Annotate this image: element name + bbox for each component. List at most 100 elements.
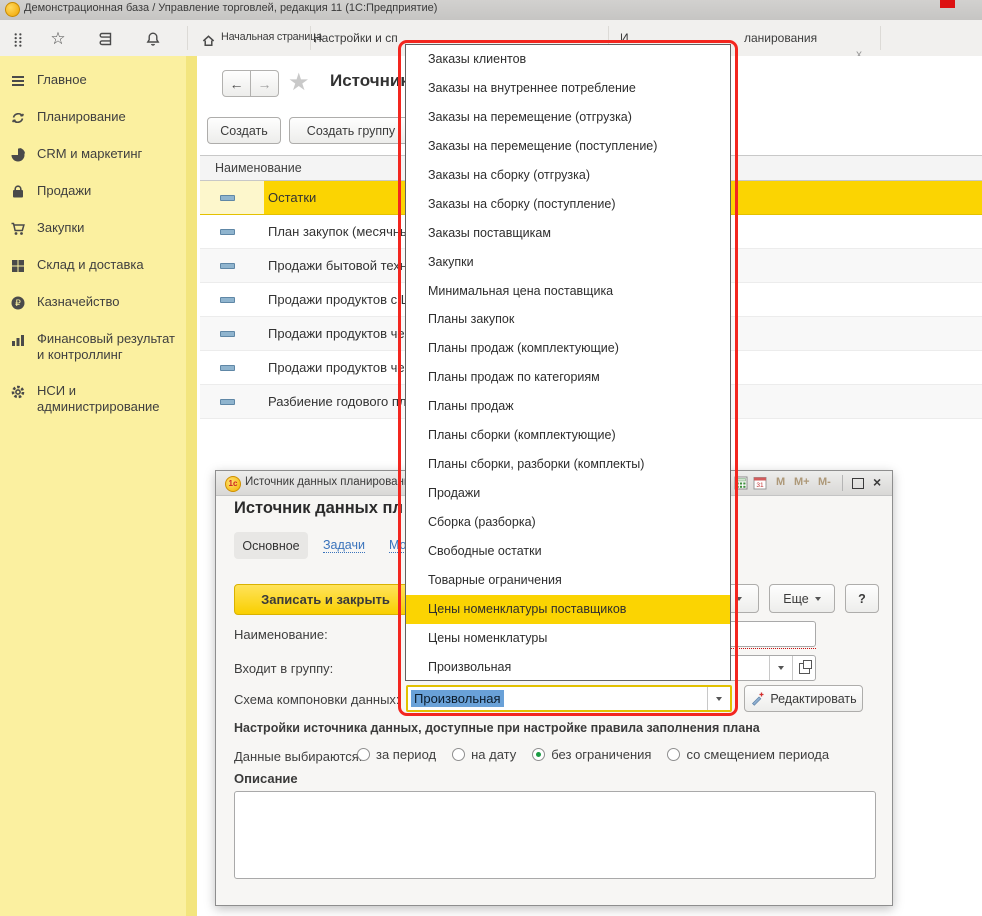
sidebar-item-label: Продажи xyxy=(37,183,91,199)
calculator-icon[interactable] xyxy=(734,476,748,493)
item-dash-icon xyxy=(220,331,235,337)
sidebar-item-label: НСИ и администрирование xyxy=(37,383,180,415)
item-dash-icon xyxy=(220,297,235,303)
sidebar-item[interactable]: Планирование xyxy=(0,107,186,144)
modal-1c-icon: 1c xyxy=(225,476,241,492)
dropdown-item[interactable]: Заказы на сборку (поступление) xyxy=(406,190,730,219)
sidebar-item-icon xyxy=(10,221,28,239)
more-button[interactable]: Еще xyxy=(769,584,835,613)
sidebar-item[interactable]: Закупки xyxy=(0,218,186,255)
sidebar-item-label: Планирование xyxy=(37,109,126,125)
sidebar-item[interactable]: НСИ и администрирование xyxy=(0,381,186,433)
more-button-label: Еще xyxy=(783,592,808,606)
sidebar-item[interactable]: ₽ Казначейство xyxy=(0,292,186,329)
radio-circle-icon xyxy=(667,748,680,761)
sidebar-item-icon xyxy=(10,184,28,202)
sidebar-item-label: Казначейство xyxy=(37,294,119,310)
dcs-dropdown-list: Заказы клиентов Заказы на внутреннее пот… xyxy=(405,44,731,681)
dropdown-item[interactable]: Заказы поставщикам xyxy=(406,219,730,248)
radio-circle-icon xyxy=(357,748,370,761)
tab-sources-fragment-left[interactable]: И xyxy=(620,31,629,45)
history-icon[interactable] xyxy=(96,29,116,49)
dropdown-item[interactable]: Планы сборки (комплектующие) xyxy=(406,421,730,450)
item-dash-icon xyxy=(220,229,235,235)
dropdown-item[interactable]: Планы продаж xyxy=(406,392,730,421)
tab-settings[interactable]: Настройки и сп xyxy=(313,31,398,45)
dropdown-item[interactable]: Сборка (разборка) xyxy=(406,508,730,537)
modal-tab-main[interactable]: Основное xyxy=(234,532,308,559)
radio-option[interactable]: со смещением периода xyxy=(667,747,829,762)
sidebar-item-icon xyxy=(10,110,28,128)
dcs-combo-value: Произвольная xyxy=(411,690,504,707)
modal-tab-tasks[interactable]: Задачи xyxy=(323,538,365,553)
dropdown-item[interactable]: Заказы на внутреннее потребление xyxy=(406,74,730,103)
item-dash-icon xyxy=(220,365,235,371)
item-dash-icon xyxy=(220,399,235,405)
dcs-field-label: Схема компоновки данных: xyxy=(234,692,400,707)
tab-home[interactable]: Начальная страница xyxy=(221,31,322,43)
tab-separator xyxy=(880,26,881,50)
row-name: Продажи продуктов с L xyxy=(268,292,408,307)
modal-heading: Источник данных пл xyxy=(234,499,403,518)
forward-button[interactable]: → xyxy=(251,70,279,97)
group-field-label: Входит в группу: xyxy=(234,661,333,676)
data-selection-radios: за период на дату без ограничения со сме… xyxy=(357,747,845,762)
edit-dcs-button[interactable]: Редактировать xyxy=(744,685,863,712)
sidebar-item[interactable]: CRM и маркетинг xyxy=(0,144,186,181)
dropdown-item[interactable]: Свободные остатки xyxy=(406,537,730,566)
sidebar-item[interactable]: Продажи xyxy=(0,181,186,218)
data-selection-label: Данные выбираются: xyxy=(234,749,362,764)
dropdown-item[interactable]: Планы продаж по категориям xyxy=(406,363,730,392)
description-textarea[interactable] xyxy=(234,791,876,879)
create-group-button[interactable]: Создать группу xyxy=(289,117,413,144)
dropdown-item[interactable]: Минимальная цена поставщика xyxy=(406,277,730,306)
favorites-star-icon[interactable]: ☆ xyxy=(48,29,68,49)
dropdown-item[interactable]: Закупки xyxy=(406,248,730,277)
radio-option[interactable]: без ограничения xyxy=(532,747,651,762)
radio-option[interactable]: за период xyxy=(357,747,436,762)
row-name: Разбиение годового пл xyxy=(268,394,407,409)
dropdown-item[interactable]: Планы продаж (комплектующие) xyxy=(406,334,730,363)
sidebar-item-label: Главное xyxy=(37,72,87,88)
sidebar-item[interactable]: Главное xyxy=(0,70,186,107)
group-open-icon[interactable] xyxy=(792,656,815,680)
sidebar-item[interactable]: Склад и доставка xyxy=(0,255,186,292)
dropdown-item[interactable]: Заказы на перемещение (поступление) xyxy=(406,132,730,161)
dropdown-item[interactable]: Планы сборки, разборки (комплекты) xyxy=(406,450,730,479)
sidebar-item[interactable]: Финансовый результат и контроллинг xyxy=(0,329,186,381)
save-and-close-button[interactable]: Записать и закрыть xyxy=(234,584,417,615)
dropdown-item[interactable]: Цены номенклатуры xyxy=(406,624,730,653)
notifications-bell-icon[interactable] xyxy=(143,29,163,49)
radio-label: со смещением периода xyxy=(686,747,829,762)
dcs-combo-input[interactable]: Произвольная xyxy=(406,685,732,712)
svg-text:31: 31 xyxy=(756,482,764,489)
create-button[interactable]: Создать xyxy=(207,117,281,144)
dropdown-item[interactable]: Планы закупок xyxy=(406,305,730,334)
dropdown-item[interactable]: Заказы на сборку (отгрузка) xyxy=(406,161,730,190)
back-button[interactable]: ← xyxy=(222,70,251,97)
dropdown-item[interactable]: Цены номенклатуры поставщиков xyxy=(406,595,730,624)
home-icon[interactable] xyxy=(198,30,218,50)
dropdown-item[interactable]: Заказы клиентов xyxy=(406,45,730,74)
dcs-dropdown-arrow-icon[interactable] xyxy=(707,687,730,710)
memory-m-minus-button[interactable]: M- xyxy=(818,476,831,488)
radio-option[interactable]: на дату xyxy=(452,747,516,762)
dropdown-item[interactable]: Товарные ограничения xyxy=(406,566,730,595)
dropdown-item[interactable]: Произвольная xyxy=(406,653,730,682)
close-icon[interactable]: × xyxy=(873,474,881,490)
svg-text:₽: ₽ xyxy=(15,298,21,308)
dropdown-item[interactable]: Продажи xyxy=(406,479,730,508)
memory-m-button[interactable]: M xyxy=(776,476,785,488)
memory-m-plus-button[interactable]: M+ xyxy=(794,476,810,488)
dropdown-item[interactable]: Заказы на перемещение (отгрузка) xyxy=(406,103,730,132)
apps-menu-icon[interactable] xyxy=(8,29,28,49)
maximize-icon[interactable] xyxy=(852,478,864,489)
calendar-icon[interactable]: 31 xyxy=(753,476,767,493)
tab-sources[interactable]: ланирования xyxy=(744,31,817,45)
chevron-down-icon xyxy=(815,597,821,601)
group-dropdown-arrow-icon[interactable] xyxy=(769,656,792,680)
item-dash-icon xyxy=(220,195,235,201)
help-button[interactable]: ? xyxy=(845,584,879,613)
favorite-star-icon[interactable]: ★ xyxy=(288,68,310,97)
sidebar-item-label: Финансовый результат и контроллинг xyxy=(37,331,180,363)
